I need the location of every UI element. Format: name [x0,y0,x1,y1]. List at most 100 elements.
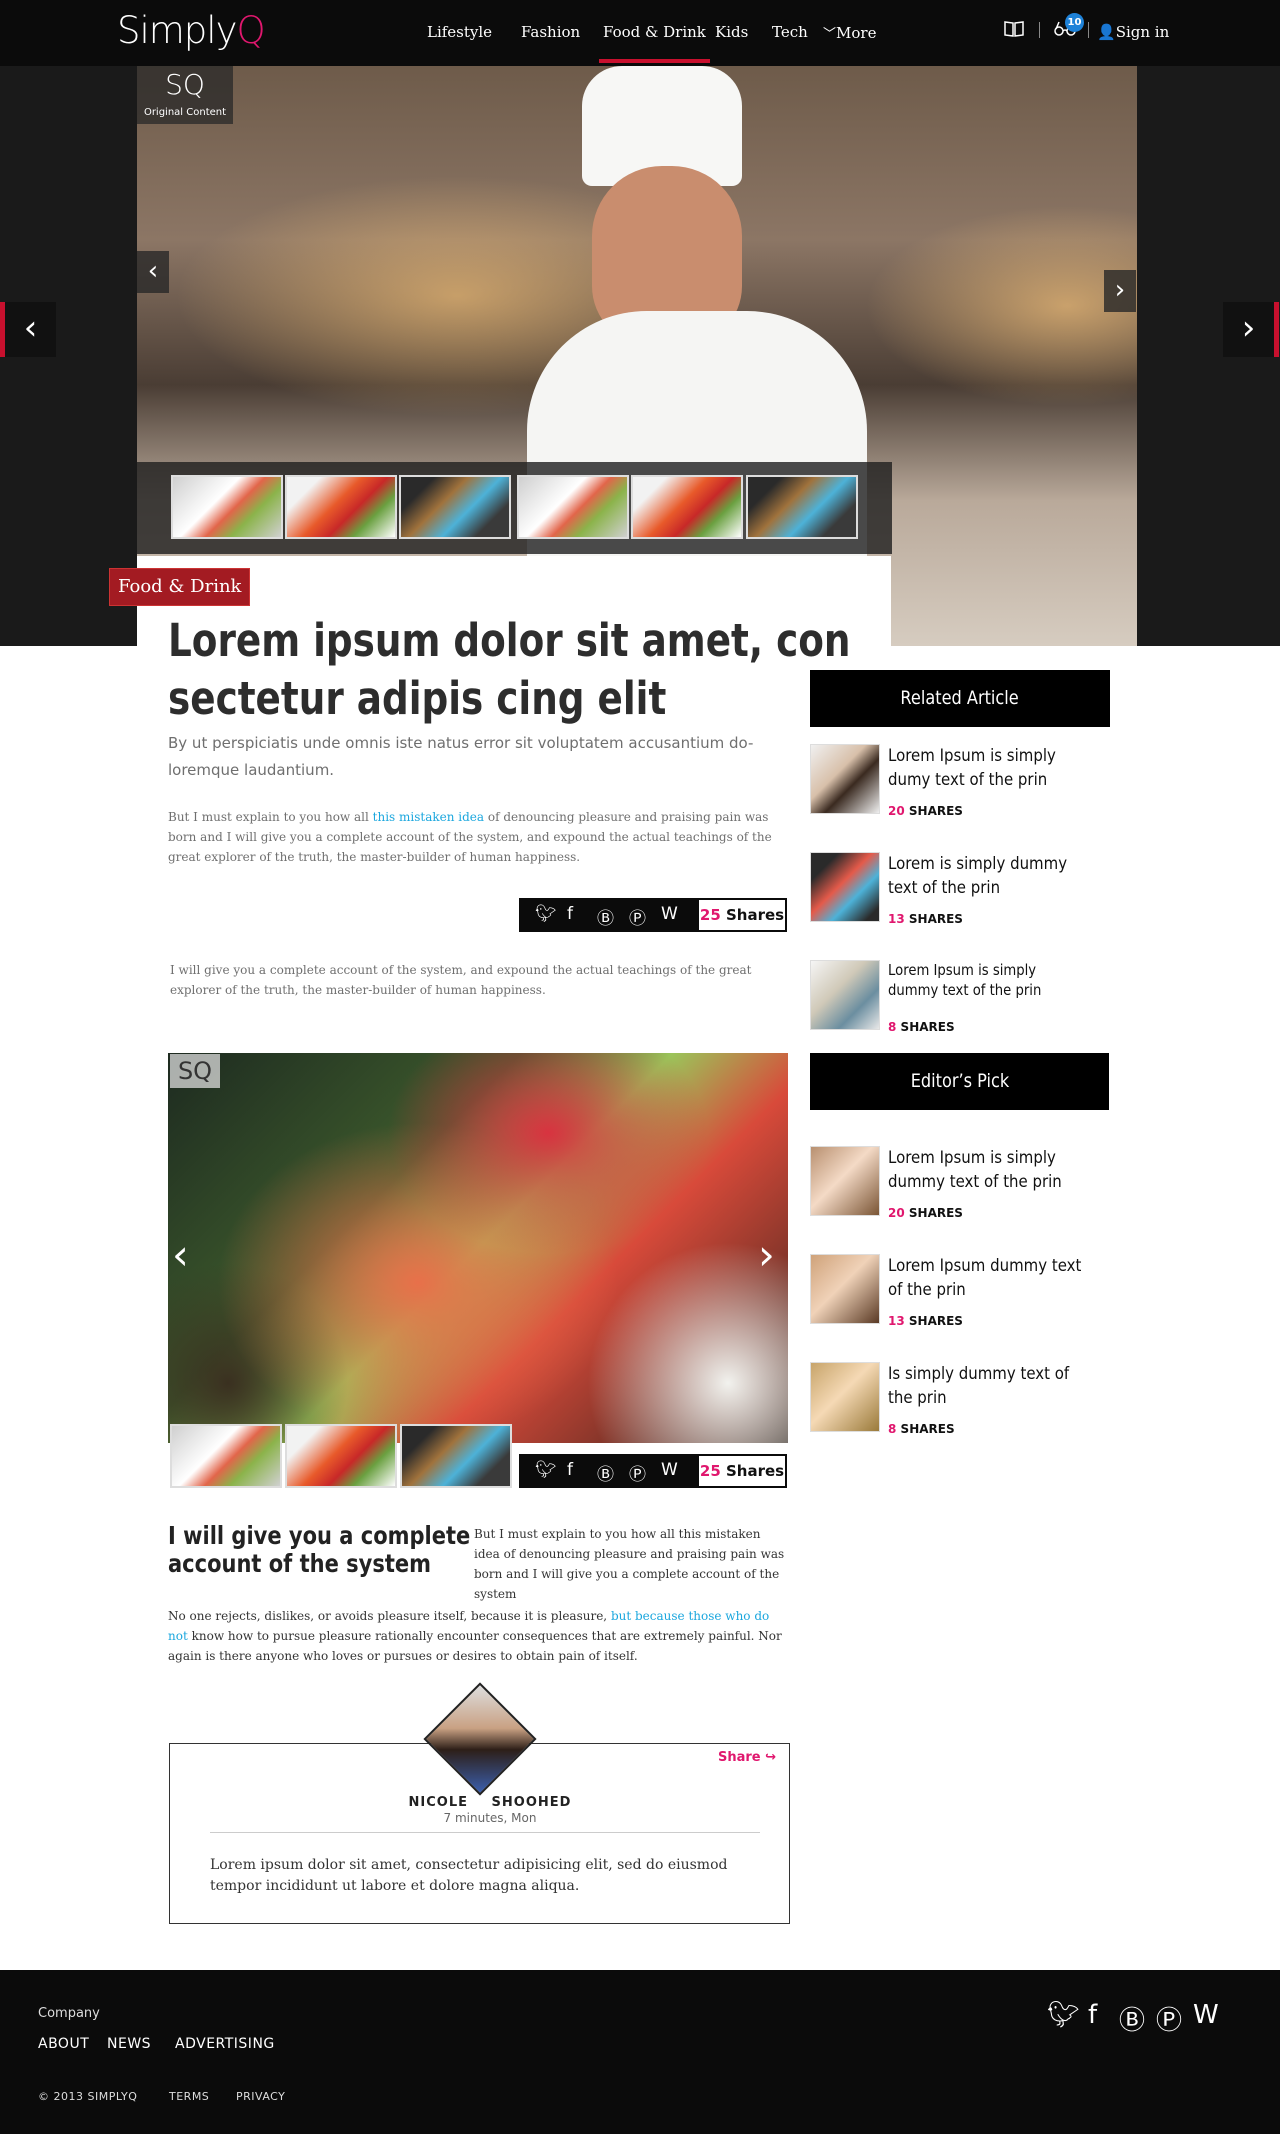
footer-link-about[interactable]: ABOUT [38,2036,89,2052]
section-heading: I will give you a complete account of the… [168,1521,471,1578]
sq-watermark: SQ [170,1054,220,1088]
divider [210,1832,760,1833]
editors-pick-title[interactable]: Lorem Ipsum is simply dummy text of the … [888,1146,1086,1194]
share-count: 8 SHARES [888,1422,955,1436]
hero-thumbnail[interactable] [746,475,858,539]
editors-pick-thumbnail[interactable] [810,1362,880,1432]
twitter-icon[interactable]: 🐦︎ [535,904,557,924]
wordpress-icon[interactable]: W [661,1460,678,1480]
blogger-icon[interactable]: Ⓑ [597,1460,614,1485]
footer-company-label: Company [38,2006,100,2021]
editors-pick-title[interactable]: Is simply dummy text of the prin [888,1362,1086,1410]
related-article-item[interactable]: Lorem Ipsum is simply dummy text of the … [810,960,1110,1040]
original-content-badge: SQ Original Content [137,66,233,124]
inline-link[interactable]: this mistaken idea [373,810,484,824]
author-timestamp: 7 minutes, Mon [443,1811,537,1825]
related-article-title[interactable]: Lorem Ipsum is simply dumy text of the p… [888,744,1086,792]
related-article-item[interactable]: Lorem is simply dummy text of the prin 1… [810,852,1110,932]
editors-pick-thumbnail[interactable] [810,1146,880,1216]
editors-pick-item[interactable]: Lorem Ipsum dummy text of the prin 13 SH… [810,1254,1110,1334]
author-share-link[interactable]: Share ↪ [718,1750,776,1765]
share-count: 13 SHARES [888,912,963,926]
share-count: 8 SHARES [888,1020,955,1034]
related-article-title[interactable]: Lorem Ipsum is simply dummy text of the … [888,960,1086,1000]
footer-link-advertising[interactable]: ADVERTISING [175,2036,275,2052]
related-article-item[interactable]: Lorem Ipsum is simply dumy text of the p… [810,744,1110,824]
hero-next-arrow-icon[interactable]: › [1104,270,1136,312]
facebook-icon[interactable]: f [567,904,573,924]
pinterest-icon[interactable]: Ⓟ [629,1460,646,1485]
section-side-paragraph: But I must explain to you how all this m… [474,1527,785,1601]
gallery-thumbnail[interactable] [285,1424,397,1488]
pinterest-icon[interactable]: Ⓟ [629,904,646,929]
nav-more-label: More [836,24,877,42]
hero-prev-arrow-icon[interactable]: ‹ [137,251,169,293]
food-gallery-image [168,1053,788,1443]
footer: Company ABOUT NEWS ADVERTISING © 2013 SI… [0,1970,1280,2134]
nav-divider [1088,22,1089,38]
gallery-prev-arrow-icon[interactable]: ‹ [172,1230,189,1279]
hero-thumbnail-strip [137,462,892,554]
related-article-thumbnail[interactable] [810,744,880,814]
article-paragraph: But I must explain to you how all this m… [168,810,772,864]
related-article-thumbnail[interactable] [810,960,880,1030]
twitter-icon[interactable]: 🐦︎ [1047,2000,1080,2030]
gallery-thumbnail[interactable] [400,1424,512,1488]
nav-item-lifestyle[interactable]: Lifestyle [427,23,492,41]
original-content-label: Original Content [143,107,227,118]
facebook-icon[interactable]: f [567,1460,573,1480]
nav-item-more[interactable]: ﹀More [823,23,876,42]
footer-link-terms[interactable]: TERMS [169,2090,209,2103]
user-icon: 👤 [1097,23,1116,41]
nav-item-tech[interactable]: Tech [772,23,808,41]
category-tag[interactable]: Food & Drink [109,568,251,606]
share-count: 20 SHARES [888,804,963,818]
hero-thumbnail[interactable] [517,475,629,539]
share-arrow-icon: ↪ [765,1750,777,1765]
sign-in-link[interactable]: 👤Sign in [1097,23,1169,41]
hero-thumbnail[interactable] [171,475,283,539]
share-bar: 🐦︎ f Ⓑ Ⓟ W 25 Shares [519,898,787,932]
share-count: 25 Shares [699,1456,785,1486]
wordpress-icon[interactable]: W [1193,2000,1219,2030]
sq-logo: SQ [165,68,205,101]
gallery-next-arrow-icon[interactable]: › [758,1230,775,1279]
page-prev-arrow-icon[interactable]: ‹ [0,302,56,357]
related-article-title[interactable]: Lorem is simply dummy text of the prin [888,852,1086,900]
article-subheadline: By ut perspiciatis unde omnis iste natus… [168,734,754,779]
editors-pick-heading: Editor’s Pick [810,1053,1109,1110]
footer-copyright: © 2013 SIMPLYQ [38,2090,138,2103]
editors-pick-item[interactable]: Lorem Ipsum is simply dummy text of the … [810,1146,1110,1226]
chevron-down-icon: ﹀ [823,27,837,42]
footer-link-news[interactable]: NEWS [107,2036,151,2052]
hero-thumbnail[interactable] [399,475,511,539]
wordpress-icon[interactable]: W [661,904,678,924]
sign-in-label: Sign in [1115,23,1170,41]
nav-item-fashion[interactable]: Fashion [521,23,580,41]
hero-thumbnail[interactable] [285,475,397,539]
related-article-thumbnail[interactable] [810,852,880,922]
article-paragraph: I will give you a complete account of th… [170,963,752,997]
book-icon[interactable] [1004,20,1024,43]
hero-thumbnail[interactable] [631,475,743,539]
share-count: 13 SHARES [888,1314,963,1328]
pinterest-icon[interactable]: Ⓟ [1156,2000,1182,2037]
top-navigation: SimplyQ Lifestyle Fashion Food & Drink K… [0,0,1280,66]
editors-pick-item[interactable]: Is simply dummy text of the prin 8 SHARE… [810,1362,1110,1442]
editors-pick-title[interactable]: Lorem Ipsum dummy text of the prin [888,1254,1086,1302]
share-bar: 🐦︎ f Ⓑ Ⓟ W 25 Shares [519,1454,787,1488]
logo[interactable]: SimplyQ [117,9,266,52]
page-next-arrow-icon[interactable]: › [1223,302,1279,357]
facebook-icon[interactable]: f [1088,2000,1097,2030]
author-name: NICOLE SHOOHED [408,1795,572,1810]
blogger-icon[interactable]: Ⓑ [1119,2000,1145,2037]
footer-link-privacy[interactable]: PRIVACY [236,2090,285,2103]
gallery-thumbnail[interactable] [170,1424,282,1488]
editors-pick-thumbnail[interactable] [810,1254,880,1324]
blogger-icon[interactable]: Ⓑ [597,904,614,929]
twitter-icon[interactable]: 🐦︎ [535,1460,557,1480]
nav-item-kids[interactable]: Kids [715,23,748,41]
nav-item-food-drink[interactable]: Food & Drink [599,23,710,63]
notification-badge: 10 [1065,13,1084,32]
author-quote: Lorem ipsum dolor sit amet, consectetur … [210,1857,728,1894]
